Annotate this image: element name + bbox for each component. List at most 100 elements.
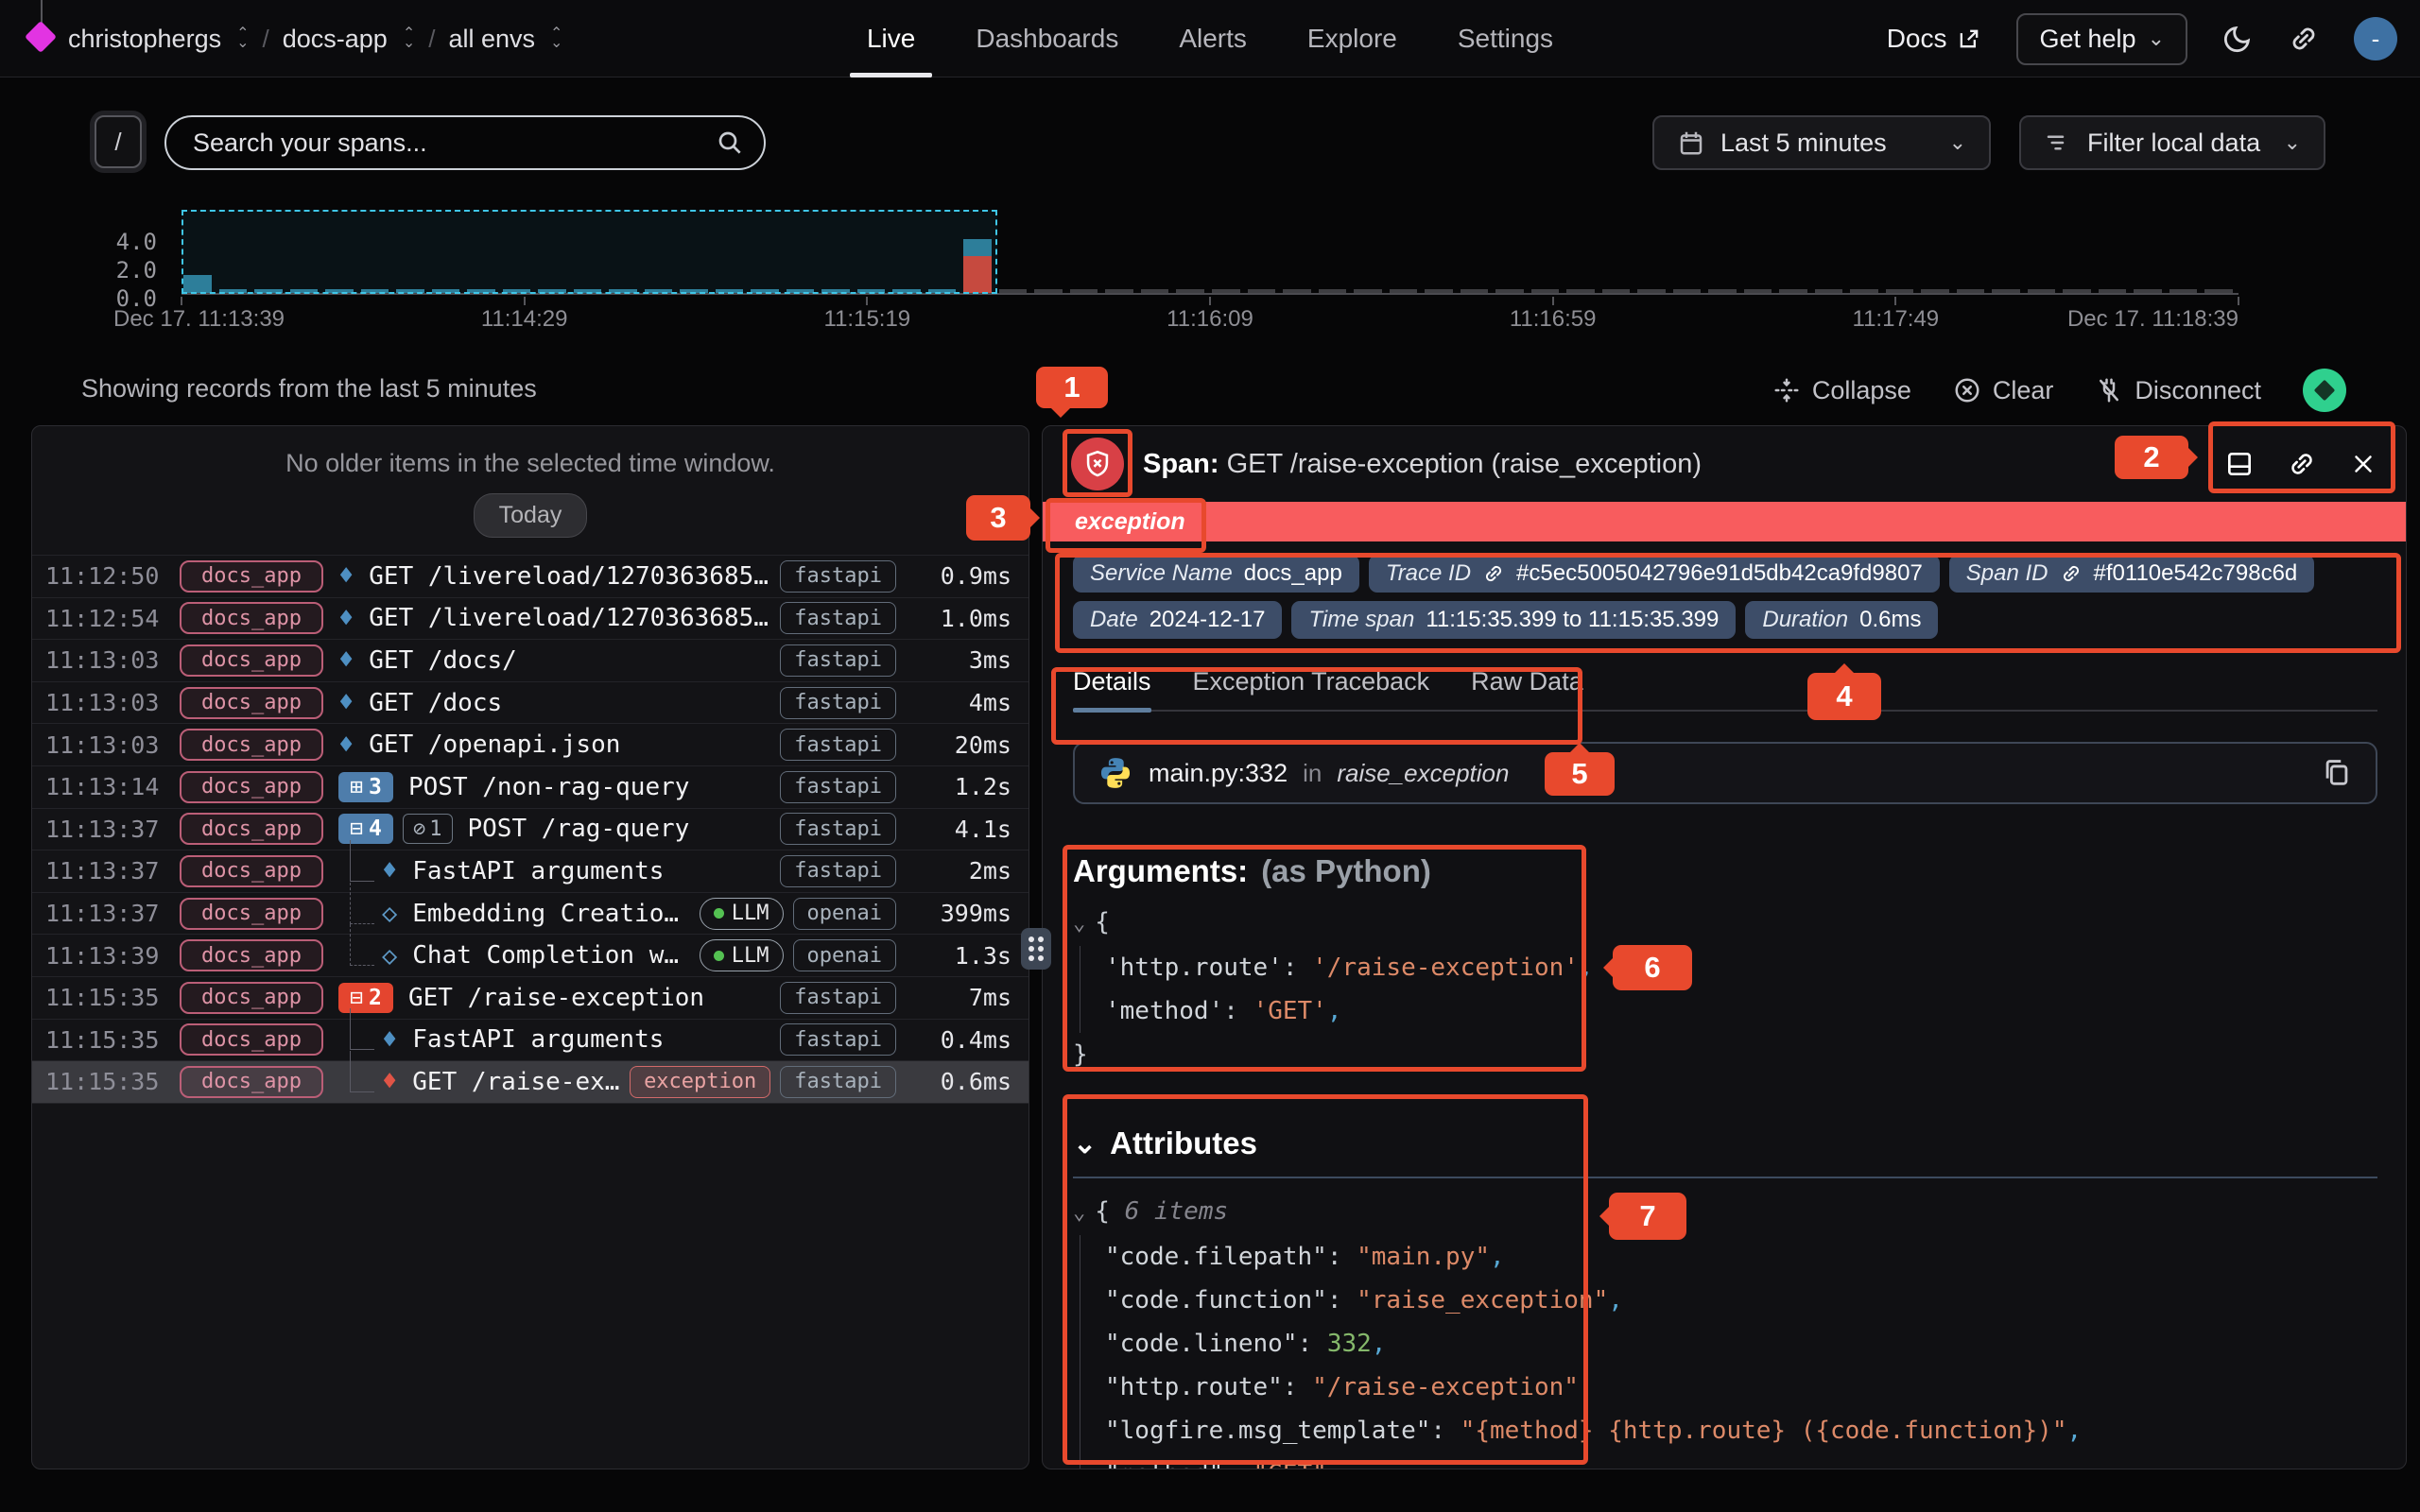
app-tag[interactable]: docs_app	[180, 771, 323, 803]
span-name[interactable]: Embedding Creation wit…	[412, 900, 690, 928]
detail-tab-details[interactable]: Details	[1073, 667, 1151, 710]
histogram-bar[interactable]	[963, 256, 992, 293]
histogram-bar[interactable]	[1354, 289, 1382, 294]
span-name[interactable]: GET /livereload/1270363685/1270…	[369, 604, 770, 632]
histogram-bar[interactable]	[2134, 289, 2162, 294]
app-tag[interactable]: docs_app	[180, 939, 323, 971]
tech-tag[interactable]: fastapi	[780, 813, 896, 845]
llm-pill[interactable]: LLM	[700, 939, 784, 971]
histogram-bar[interactable]	[1425, 289, 1453, 294]
histogram-bar[interactable]	[1034, 289, 1063, 294]
span-name[interactable]: Chat Completion with '…	[412, 941, 690, 970]
hidden-spans-badge[interactable]: ⊘1	[403, 814, 453, 844]
histogram-bar[interactable]	[1850, 289, 1878, 294]
histogram-bar[interactable]	[361, 289, 389, 294]
meta-pill-trace-id[interactable]: Trace ID#c5ec5005042796e91d5db42ca9fd980…	[1369, 555, 1940, 593]
search-input[interactable]	[164, 115, 766, 170]
tech-tag[interactable]: fastapi	[780, 1023, 896, 1056]
histogram-bar[interactable]	[786, 289, 815, 294]
app-tag[interactable]: docs_app	[180, 729, 323, 761]
tech-tag[interactable]: fastapi	[780, 602, 896, 634]
histogram-bar[interactable]	[396, 289, 424, 294]
panel-resize-handle[interactable]	[1021, 928, 1051, 970]
trace-row[interactable]: 11:13:03docs_app♦GET /docs/fastapi3ms	[32, 640, 1028, 682]
trace-row[interactable]: 11:13:03docs_app♦GET /docsfastapi4ms	[32, 682, 1028, 725]
histogram-bar[interactable]	[1283, 289, 1311, 294]
histogram-bar[interactable]	[892, 289, 921, 294]
histogram-bar[interactable]	[2028, 289, 2056, 294]
histogram-bar[interactable]	[1815, 289, 1843, 294]
histogram-bar[interactable]	[1779, 289, 1807, 294]
live-indicator[interactable]	[2303, 369, 2346, 412]
nav-tab-dashboards[interactable]: Dashboards	[976, 0, 1118, 77]
histogram-bar[interactable]	[751, 289, 779, 294]
span-name[interactable]: GET /docs/	[369, 646, 517, 675]
tech-tag[interactable]: openai	[793, 939, 896, 971]
app-tag[interactable]: docs_app	[180, 982, 323, 1014]
trace-row[interactable]: 11:15:35docs_app♦GET /raise-exception …e…	[32, 1061, 1028, 1104]
histogram-bar[interactable]	[1886, 289, 1914, 294]
span-name[interactable]: FastAPI arguments	[412, 1025, 664, 1054]
histogram-bar[interactable]	[2204, 289, 2233, 294]
app-tag[interactable]: docs_app	[180, 1066, 323, 1098]
histogram-bar[interactable]	[928, 289, 957, 294]
detail-tab-raw-data[interactable]: Raw Data	[1471, 667, 1583, 710]
span-name[interactable]: FastAPI arguments	[412, 857, 664, 885]
nav-tab-alerts[interactable]: Alerts	[1179, 0, 1247, 77]
today-button[interactable]: Today	[474, 493, 588, 538]
histogram-bar[interactable]	[574, 289, 602, 294]
trace-row[interactable]: 11:15:35docs_app♦FastAPI argumentsfastap…	[32, 1020, 1028, 1062]
histogram-bar[interactable]	[1070, 289, 1098, 294]
tech-tag[interactable]: fastapi	[780, 560, 896, 593]
collapse-caret-icon[interactable]: ⌄	[1073, 912, 1085, 936]
clear-button[interactable]: Clear	[1953, 376, 2054, 405]
histogram-bar[interactable]	[1461, 289, 1489, 294]
app-tag[interactable]: docs_app	[180, 855, 323, 887]
histogram-bar[interactable]	[1602, 289, 1631, 294]
histogram-bar[interactable]	[183, 275, 212, 294]
expand-children-badge[interactable]: ⊞3	[338, 772, 393, 802]
histogram-bar[interactable]	[1673, 289, 1702, 294]
detail-tab-exception-traceback[interactable]: Exception Traceback	[1193, 667, 1430, 710]
histogram-bar[interactable]	[1390, 289, 1418, 294]
time-range-dropdown[interactable]: Last 5 minutes ⌄	[1652, 115, 1991, 170]
tech-tag[interactable]: openai	[793, 898, 896, 930]
meta-pill-span-id[interactable]: Span ID#f0110e542c798c6d	[1949, 555, 2314, 593]
histogram-bar[interactable]	[1708, 289, 1737, 294]
collapse-button[interactable]: Collapse	[1772, 376, 1911, 405]
span-name[interactable]: POST /non-rag-query	[408, 773, 689, 801]
app-tag[interactable]: docs_app	[180, 813, 323, 845]
tech-tag[interactable]: fastapi	[780, 687, 896, 719]
histogram-bar[interactable]	[2099, 289, 2127, 294]
trace-row[interactable]: 11:13:39docs_app◇Chat Completion with '……	[32, 935, 1028, 977]
histogram-bar[interactable]	[1531, 289, 1560, 294]
histogram-bar[interactable]	[857, 289, 886, 294]
span-name[interactable]: GET /livereload/1270363685/1270…	[369, 562, 770, 591]
histogram-bar[interactable]	[1744, 289, 1772, 294]
histogram-bar[interactable]	[219, 289, 248, 294]
span-name[interactable]: GET /openapi.json	[369, 730, 620, 759]
histogram-bar[interactable]	[467, 289, 495, 294]
span-histogram[interactable]: Dec 17. 11:13:3911:14:2911:15:1911:16:09…	[113, 206, 2250, 338]
histogram-bar[interactable]	[432, 289, 460, 294]
app-tag[interactable]: docs_app	[180, 644, 323, 677]
tech-tag[interactable]: fastapi	[780, 855, 896, 887]
tech-tag[interactable]: fastapi	[780, 729, 896, 761]
histogram-bar[interactable]	[1176, 289, 1204, 294]
nav-tab-settings[interactable]: Settings	[1458, 0, 1553, 77]
chart-plot[interactable]	[182, 210, 2238, 295]
app-tag[interactable]: docs_app	[180, 898, 323, 930]
histogram-bar[interactable]	[1637, 289, 1666, 294]
get-help-button[interactable]: Get help ⌄	[2016, 13, 2187, 65]
trace-row[interactable]: 11:13:37docs_app◇Embedding Creation wit……	[32, 893, 1028, 936]
histogram-bar[interactable]	[963, 239, 992, 256]
tech-tag[interactable]: fastapi	[780, 982, 896, 1014]
histogram-bar[interactable]	[503, 289, 531, 294]
histogram-bar[interactable]	[290, 289, 319, 294]
collapse-caret-icon[interactable]: ⌄	[1073, 1201, 1085, 1225]
span-name[interactable]: GET /raise-exception	[408, 984, 704, 1012]
dock-panel-icon[interactable]	[2224, 449, 2255, 479]
histogram-bar[interactable]	[325, 289, 354, 294]
nav-tab-live[interactable]: Live	[867, 0, 915, 77]
app-tag[interactable]: docs_app	[180, 602, 323, 634]
